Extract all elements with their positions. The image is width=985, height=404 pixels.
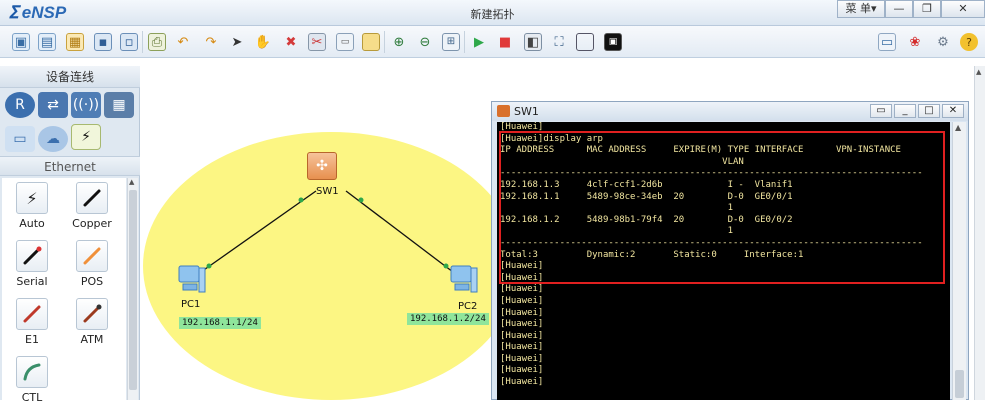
wlan-icon[interactable]: ((·)) [71, 92, 101, 118]
toolbar-separator [384, 31, 385, 53]
print-icon[interactable]: ⎙ [148, 33, 166, 51]
select-icon[interactable]: ➤ [228, 33, 246, 51]
port-status-dot [358, 197, 364, 203]
huawei-icon[interactable]: ❀ [906, 33, 924, 51]
pc2-label[interactable]: PC2 [458, 301, 477, 312]
scroll-up-icon[interactable]: ▲ [129, 178, 134, 186]
undo-icon[interactable]: ↶ [174, 33, 192, 51]
sw1-label[interactable]: SW1 [316, 186, 339, 197]
help-icon[interactable]: ? [960, 33, 978, 51]
minimize-button[interactable]: — [885, 0, 913, 18]
toolbar-separator [142, 31, 143, 53]
title-bar: ⵉ eNSP 新建拓扑 菜 单▾ — ❐ ✕ [0, 0, 985, 26]
scrollbar-thumb[interactable] [129, 190, 137, 390]
text-icon[interactable]: ▭ [336, 33, 354, 51]
frame-icon[interactable] [576, 33, 594, 51]
redo-icon[interactable]: ↷ [202, 33, 220, 51]
scroll-up-icon[interactable]: ▲ [955, 123, 961, 132]
arp-table-highlight [499, 131, 945, 284]
port-status-dot [298, 197, 304, 203]
cable-pos[interactable]: POS [65, 240, 119, 288]
console-terminal[interactable]: [Huawei] [Huawei]display arp IP ADDRESS … [497, 122, 950, 400]
cable-e1[interactable]: E1 [5, 298, 59, 346]
menu-button[interactable]: 菜 单▾ [837, 0, 885, 18]
cable-label: ATM [80, 333, 104, 346]
e1-cable-icon [16, 298, 48, 330]
sw1-console-window: SW1 ▭ _ □ ✕ [Huawei] [Huawei]display arp… [491, 101, 969, 400]
canvas-scrollbar[interactable]: ▲ [974, 66, 985, 400]
atm-cable-icon [76, 298, 108, 330]
auto-cable-icon: ⚡ [16, 182, 48, 214]
console-window-controls: ▭ _ □ ✕ [870, 104, 964, 118]
cable-serial[interactable]: Serial [5, 240, 59, 288]
cable-copper[interactable]: Copper [65, 182, 119, 230]
start-icon[interactable]: ▶ [470, 33, 488, 51]
cable-label: POS [80, 275, 104, 288]
toolbar-separator [464, 31, 465, 53]
window-controls: 菜 单▾ — ❐ ✕ [837, 0, 985, 18]
pc-icon[interactable] [175, 262, 209, 296]
delete-icon[interactable]: ✖ [282, 33, 300, 51]
connection-icon[interactable]: ⚡ [71, 124, 101, 150]
new-topology-icon[interactable]: ▣ [12, 33, 30, 51]
cable-label: Copper [72, 217, 112, 230]
pc2-ip-label[interactable]: 192.168.1.2/24 [407, 313, 489, 325]
fit-icon[interactable]: ⊞ [442, 33, 460, 51]
scroll-up-icon[interactable]: ▲ [976, 68, 981, 76]
settings-icon[interactable]: ⚙ [934, 33, 952, 51]
switch-icon[interactable]: ✣ [307, 152, 337, 180]
router-icon[interactable]: R [5, 92, 35, 118]
cable-list-scrollbar[interactable]: ▲ [127, 178, 138, 400]
cable-auto[interactable]: ⚡ Auto [5, 182, 59, 230]
switch-icon[interactable]: ⇄ [38, 92, 68, 118]
save-icon[interactable]: ▪ [94, 33, 112, 51]
toolbar: ▣ ▤ ▦ ▪ ▫ ⎙ ↶ ↷ ➤ ✋ ✖ ✂ ▭ ⊕ ⊖ ⊞ ▶ ■ ◧ ⛶ … [0, 26, 985, 58]
cable-list: ⚡ Auto Copper Serial POS E1 ATM CTL [2, 178, 126, 404]
switch-icon [497, 105, 510, 117]
delete-link-icon[interactable]: ✂ [308, 33, 326, 51]
console-maximize-button[interactable]: □ [918, 104, 940, 118]
save-as-icon[interactable]: ▫ [120, 33, 138, 51]
close-button[interactable]: ✕ [941, 0, 985, 18]
pc-icon[interactable]: ▭ [5, 126, 35, 152]
cable-atm[interactable]: ATM [65, 298, 119, 346]
console-minimize-button[interactable]: _ [894, 104, 916, 118]
ctl-cable-icon [16, 356, 48, 388]
cable-ctl[interactable]: CTL [5, 356, 59, 404]
zoom-out-icon[interactable]: ⊖ [416, 33, 434, 51]
restore-button[interactable]: ❐ [913, 0, 941, 18]
pc1-ip-label[interactable]: 192.168.1.1/24 [179, 317, 261, 329]
console-title: SW1 [514, 105, 539, 118]
firewall-icon[interactable]: ▦ [104, 92, 134, 118]
cable-label: Serial [16, 275, 48, 288]
cable-label: Auto [19, 217, 45, 230]
console-title-bar[interactable]: SW1 ▭ _ □ ✕ [492, 102, 968, 121]
console-close-button[interactable]: ✕ [942, 104, 964, 118]
serial-cable-icon [16, 240, 48, 272]
pc1-label[interactable]: PC1 [181, 299, 200, 310]
zoom-in-icon[interactable]: ⊕ [390, 33, 408, 51]
console-extra-button[interactable]: ▭ [870, 104, 892, 118]
pc-icon[interactable] [447, 262, 481, 296]
palette-icon[interactable] [362, 33, 380, 51]
copper-cable-icon [76, 182, 108, 214]
ethernet-section-header: Ethernet [0, 156, 140, 176]
screenshot-icon[interactable]: ▣ [604, 33, 622, 51]
topo-icon[interactable]: ⛶ [550, 33, 568, 51]
pos-cable-icon [76, 240, 108, 272]
new-blank-icon[interactable]: ▤ [38, 33, 56, 51]
console-scrollbar[interactable]: ▲ [952, 122, 966, 400]
capture-icon[interactable]: ◧ [524, 33, 542, 51]
stop-icon[interactable]: ■ [496, 33, 514, 51]
cloud-icon[interactable]: ☁ [38, 126, 68, 152]
cable-label: CTL [21, 391, 43, 404]
chat-icon[interactable]: ▭ [878, 33, 896, 51]
open-icon[interactable]: ▦ [66, 33, 84, 51]
scrollbar-thumb[interactable] [955, 370, 964, 398]
device-panel-header: 设备连线 [0, 66, 140, 88]
hand-icon[interactable]: ✋ [254, 33, 272, 51]
cable-label: E1 [25, 333, 39, 346]
device-panel: 设备连线 R ⇄ ((·)) ▦ ▭ ☁ ⚡ Ethernet ⚡ Auto C… [0, 66, 140, 404]
